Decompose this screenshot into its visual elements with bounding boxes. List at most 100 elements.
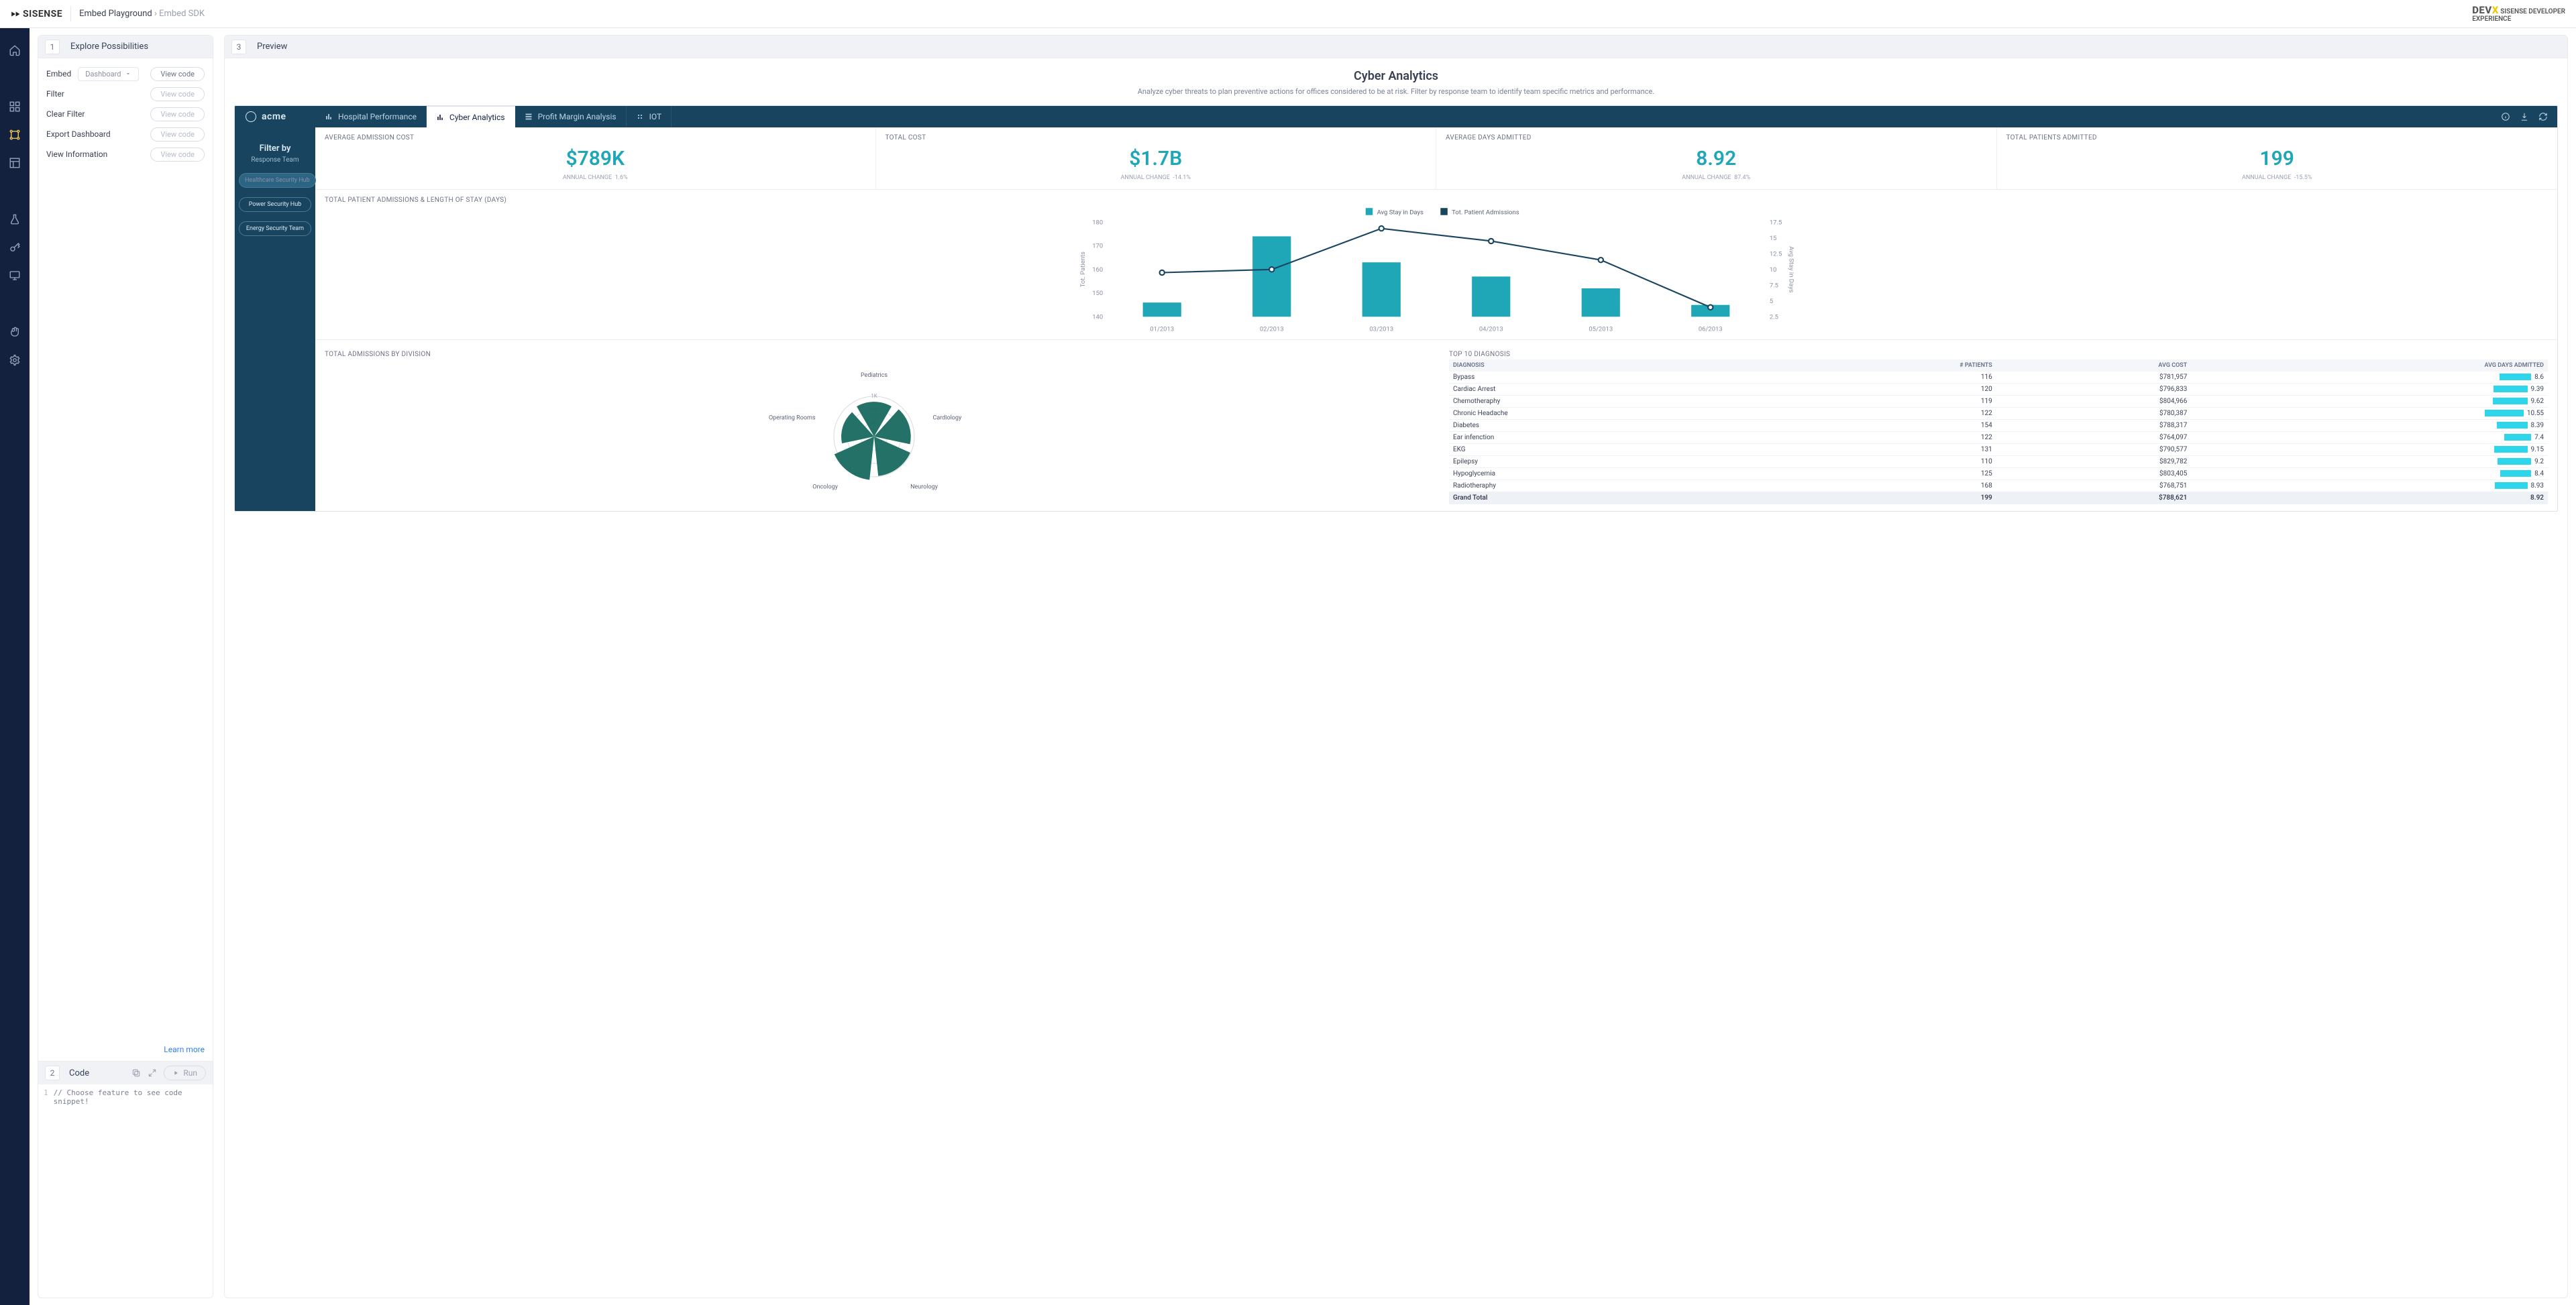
- table-row[interactable]: Diabetes154$788,317 8.39: [1449, 420, 2548, 432]
- monitor-icon[interactable]: [9, 270, 21, 282]
- chart1-title: TOTAL PATIENT ADMISSIONS & LENGTH OF STA…: [315, 190, 2557, 205]
- svg-text:Cardiology: Cardiology: [932, 415, 961, 422]
- svg-text:12.5: 12.5: [1770, 250, 1782, 258]
- svg-text:17.5: 17.5: [1770, 219, 1782, 226]
- divider: [70, 7, 71, 21]
- sisense-logo: SISENSE: [11, 9, 62, 19]
- table-row[interactable]: EKG131$790,577 9.15: [1449, 444, 2548, 456]
- table-row[interactable]: Epilepsy110$829,782 9.2: [1449, 456, 2548, 468]
- svg-text:150: 150: [1092, 290, 1103, 297]
- table-row[interactable]: Cardiac Arrest120$796,833 9.39: [1449, 384, 2548, 396]
- flask-icon[interactable]: [9, 213, 21, 225]
- preview-title: Preview: [257, 42, 287, 52]
- svg-text:Neurology: Neurology: [910, 484, 938, 490]
- filter-sub: Response Team: [239, 156, 311, 164]
- svg-text:160: 160: [1092, 266, 1103, 274]
- divisions-chart: 1K10010PediatricsCardiologyNeurologyOnco…: [325, 359, 1424, 500]
- line-number: 1: [44, 1088, 48, 1106]
- viewcode-clearfilter[interactable]: View code: [150, 107, 205, 121]
- preview-panel: 3 Preview Cyber Analytics Analyze cyber …: [224, 35, 2568, 1298]
- row-clearfilter[interactable]: Clear Filter: [46, 109, 85, 119]
- filter-sidebar: Filter by Response Team Healthcare Secur…: [235, 127, 315, 511]
- sisense-mark-icon: [11, 9, 20, 19]
- table-row[interactable]: Radiotheraphy168$768,751 8.93: [1449, 480, 2548, 492]
- table-row[interactable]: Bypass116$781,957 8.6: [1449, 372, 2548, 384]
- left-panel: 1 Explore Possibilities Embed Dashboard …: [38, 35, 213, 1298]
- chevron-down-icon: [125, 70, 131, 77]
- tab-icon: [325, 113, 333, 121]
- acme-mark-icon: [246, 111, 256, 122]
- nodes-icon[interactable]: [9, 129, 21, 141]
- download-icon[interactable]: [2520, 112, 2529, 121]
- info-icon[interactable]: [2501, 112, 2510, 121]
- row-viewinfo[interactable]: View Information: [46, 150, 107, 159]
- tab-hospital-performance[interactable]: Hospital Performance: [315, 106, 427, 127]
- tab-icon: [436, 113, 444, 121]
- table-row[interactable]: Ear infenction122$764,097 7.4: [1449, 432, 2548, 444]
- table-row[interactable]: Chronic Headache122$780,387 10.55: [1449, 408, 2548, 420]
- expand-icon[interactable]: [148, 1068, 157, 1078]
- learn-more-link[interactable]: Learn more: [164, 1045, 205, 1054]
- code-body: 1 // Choose feature to see code snippet!: [38, 1084, 213, 1110]
- svg-text:Oncology: Oncology: [812, 484, 838, 490]
- svg-text:Tot. Patient Admissions: Tot. Patient Admissions: [1452, 209, 1519, 217]
- breadcrumb: Embed Playground › Embed SDK: [79, 9, 205, 19]
- kpi-card: AVERAGE DAYS ADMITTED8.92ANNUAL CHANGE 8…: [1436, 127, 1997, 189]
- tab-iot[interactable]: IOT: [627, 106, 672, 127]
- crumb-root[interactable]: Embed Playground: [79, 9, 152, 19]
- code-title: Code: [69, 1068, 89, 1078]
- svg-text:5: 5: [1770, 298, 1773, 305]
- filter-title: Filter by: [239, 144, 311, 154]
- tab-cyber-analytics[interactable]: Cyber Analytics: [427, 106, 515, 127]
- embedded-frame: acme Hospital PerformanceCyber Analytics…: [234, 105, 2558, 512]
- svg-text:2.5: 2.5: [1770, 313, 1778, 321]
- gear-icon[interactable]: [9, 354, 21, 366]
- row-filter[interactable]: Filter: [46, 89, 64, 99]
- run-button[interactable]: Run: [164, 1066, 206, 1080]
- row-export[interactable]: Export Dashboard: [46, 129, 111, 139]
- embed-label: Embed: [46, 69, 71, 78]
- viewcode-export[interactable]: View code: [150, 127, 205, 141]
- tab-profit-margin-analysis[interactable]: Profit Margin Analysis: [515, 106, 627, 127]
- table-row[interactable]: Chemotheraphy119$804,966 9.62: [1449, 396, 2548, 408]
- svg-text:01/2013: 01/2013: [1150, 325, 1174, 333]
- code-line: // Choose feature to see code snippet!: [54, 1088, 207, 1106]
- table-row[interactable]: Hypoglycemia125$803,405 8.4: [1449, 468, 2548, 480]
- svg-text:04/2013: 04/2013: [1479, 325, 1503, 333]
- filter-chip[interactable]: Power Security Hub: [239, 197, 311, 212]
- hand-icon[interactable]: [9, 326, 21, 338]
- crumb-leaf: Embed SDK: [159, 9, 205, 19]
- svg-text:7.5: 7.5: [1770, 282, 1778, 289]
- svg-text:Avg Stay in Days: Avg Stay in Days: [1787, 246, 1794, 292]
- svg-text:06/2013: 06/2013: [1699, 325, 1723, 333]
- home-icon[interactable]: [9, 44, 21, 56]
- svg-text:15: 15: [1770, 235, 1777, 242]
- dash-desc: Analyze cyber threats to plan preventive…: [234, 87, 2558, 96]
- svg-text:Pediatrics: Pediatrics: [861, 372, 888, 379]
- svg-text:10: 10: [1770, 266, 1777, 274]
- grid-icon[interactable]: [9, 101, 21, 113]
- refresh-icon[interactable]: [2538, 112, 2548, 121]
- table-total: Grand Total199$788,6218.92: [1449, 492, 2548, 504]
- copy-icon[interactable]: [131, 1068, 141, 1078]
- viewcode-filter[interactable]: View code: [150, 87, 205, 101]
- filter-chip[interactable]: Healthcare Security Hub: [239, 173, 316, 188]
- polar-title: TOTAL ADMISSIONS BY DIVISION: [325, 344, 1424, 359]
- svg-text:03/2013: 03/2013: [1369, 325, 1393, 333]
- filter-chip[interactable]: Energy Security Team: [239, 221, 311, 236]
- svg-text:140: 140: [1092, 313, 1103, 321]
- svg-text:180: 180: [1092, 219, 1103, 226]
- svg-text:170: 170: [1092, 243, 1103, 250]
- key-icon[interactable]: [9, 241, 21, 253]
- table-title: TOP 10 DIAGNOSIS: [1449, 344, 2548, 359]
- nav-rail: [0, 28, 30, 1305]
- layout-icon[interactable]: [9, 157, 21, 169]
- viewcode-viewinfo[interactable]: View code: [150, 148, 205, 162]
- code-header: 2 Code Run: [38, 1062, 213, 1084]
- tab-icon: [525, 113, 533, 121]
- logo-text: SISENSE: [23, 9, 62, 19]
- topbar: SISENSE Embed Playground › Embed SDK DEV…: [0, 0, 2576, 28]
- viewcode-embed[interactable]: View code: [150, 67, 205, 81]
- embed-select[interactable]: Dashboard: [78, 67, 139, 81]
- devx-logo: DEVX SISENSE DEVELOPER EXPERIENCE: [2472, 5, 2565, 23]
